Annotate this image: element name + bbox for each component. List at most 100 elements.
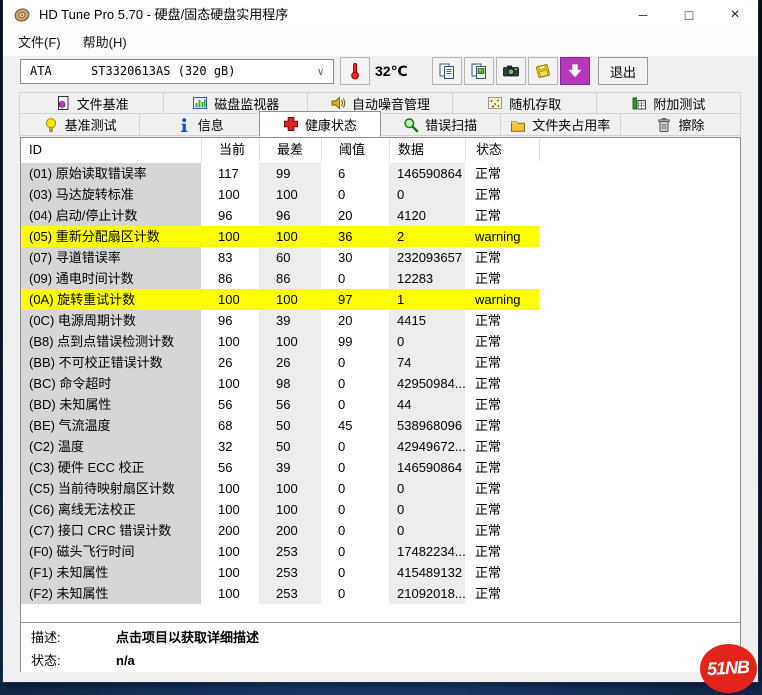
- table-row[interactable]: (C5) 当前待映射扇区计数10010000正常: [21, 478, 740, 499]
- table-row[interactable]: (BC) 命令超时10098042950984...正常: [21, 373, 740, 394]
- cell-filler: [539, 184, 740, 205]
- cell-status: 正常: [465, 352, 539, 373]
- table-row[interactable]: (0C) 电源周期计数9639204415正常: [21, 310, 740, 331]
- cell-threshold: 0: [321, 394, 389, 415]
- table-row[interactable]: (F2) 未知属性100253021092018...正常: [21, 583, 740, 604]
- table-row[interactable]: (C6) 离线无法校正10010000正常: [21, 499, 740, 520]
- cell-filler: [539, 373, 740, 394]
- table-row[interactable]: (C2) 温度3250042949672...正常: [21, 436, 740, 457]
- table-row[interactable]: (C7) 接口 CRC 错误计数20020000正常: [21, 520, 740, 541]
- column-header-threshold[interactable]: 阈值: [321, 138, 389, 161]
- description-value: 点击项目以获取详细描述: [116, 627, 259, 649]
- cell-id: (01) 原始读取错误率: [21, 163, 201, 184]
- smart-table: ID 当前 最差 阈值 数据 状态 (01) 原始读取错误率1179961465…: [21, 138, 740, 623]
- cell-status: 正常: [465, 436, 539, 457]
- cell-filler: [539, 541, 740, 562]
- extra-tests-icon: [631, 95, 647, 111]
- cell-status: 正常: [465, 184, 539, 205]
- cell-status: 正常: [465, 478, 539, 499]
- table-row[interactable]: (F0) 磁头飞行时间100253017482234...正常: [21, 541, 740, 562]
- save-icon: [534, 62, 552, 80]
- tab-extra-tests[interactable]: 附加测试: [596, 92, 741, 114]
- cell-threshold: 45: [321, 415, 389, 436]
- cell-status: warning: [465, 226, 539, 247]
- tab-benchmark[interactable]: 基准测试: [19, 113, 140, 136]
- copy-text-icon: [438, 62, 456, 80]
- cell-worst: 98: [259, 373, 321, 394]
- cell-current: 100: [201, 289, 259, 310]
- screenshot-button[interactable]: [496, 57, 526, 85]
- tab-random-access[interactable]: 随机存取: [452, 92, 597, 114]
- cell-threshold: 0: [321, 457, 389, 478]
- download-arrow-button[interactable]: [560, 57, 590, 85]
- tab-file-benchmark[interactable]: 文件基准: [19, 92, 164, 114]
- tab-erase[interactable]: 擦除: [620, 113, 741, 136]
- cell-threshold: 99: [321, 331, 389, 352]
- minimize-button[interactable]: ─: [620, 0, 666, 30]
- cell-id: (C2) 温度: [21, 436, 201, 457]
- column-header-id[interactable]: ID: [21, 138, 201, 161]
- copy-text-button[interactable]: [432, 57, 462, 85]
- cell-status: 正常: [465, 583, 539, 604]
- cell-worst: 100: [259, 184, 321, 205]
- tab-info[interactable]: 信息: [139, 113, 260, 136]
- tab-folder-usage[interactable]: 文件夹占用率: [500, 113, 621, 136]
- cell-current: 96: [201, 310, 259, 331]
- table-row[interactable]: (03) 马达旋转标准10010000正常: [21, 184, 740, 205]
- cell-filler: [539, 268, 740, 289]
- tab-label: 错误扫描: [425, 115, 477, 134]
- exit-button[interactable]: 退出: [598, 57, 648, 85]
- cell-worst: 253: [259, 541, 321, 562]
- menu-help[interactable]: 帮助(H): [72, 30, 138, 56]
- cell-filler: [539, 331, 740, 352]
- menu-file[interactable]: 文件(F): [7, 30, 72, 56]
- table-row[interactable]: (BE) 气流温度685045538968096正常: [21, 415, 740, 436]
- table-row[interactable]: (BD) 未知属性5656044正常: [21, 394, 740, 415]
- cell-filler: [539, 499, 740, 520]
- table-row[interactable]: (09) 通电时间计数8686012283正常: [21, 268, 740, 289]
- temperature-button[interactable]: [340, 57, 370, 85]
- tab-label: 附加测试: [653, 94, 705, 113]
- cell-data: 4415: [389, 310, 465, 331]
- cell-worst: 100: [259, 499, 321, 520]
- close-button[interactable]: ×: [712, 0, 758, 30]
- cell-id: (BE) 气流温度: [21, 415, 201, 436]
- save-button[interactable]: [528, 57, 558, 85]
- cell-data: 0: [389, 520, 465, 541]
- info-icon: [176, 117, 192, 133]
- table-row[interactable]: (B8) 点到点错误检测计数100100990正常: [21, 331, 740, 352]
- cell-current: 56: [201, 457, 259, 478]
- table-row[interactable]: (0A) 旋转重试计数100100971warning: [21, 289, 740, 310]
- table-row[interactable]: (BB) 不可校正错误计数2626074正常: [21, 352, 740, 373]
- cell-status: 正常: [465, 163, 539, 184]
- tab-label: 信息: [198, 115, 224, 134]
- column-header-filler: [539, 138, 740, 161]
- tab-health[interactable]: 健康状态: [259, 111, 380, 137]
- cell-current: 100: [201, 499, 259, 520]
- tab-error-scan[interactable]: 错误扫描: [380, 113, 501, 136]
- maximize-button[interactable]: □: [666, 0, 712, 30]
- cell-status: 正常: [465, 247, 539, 268]
- cell-status: 正常: [465, 331, 539, 352]
- cell-filler: [539, 205, 740, 226]
- cell-status: 正常: [465, 541, 539, 562]
- table-row[interactable]: (04) 启动/停止计数9696204120正常: [21, 205, 740, 226]
- table-row[interactable]: (07) 寻道错误率836030232093657正常: [21, 247, 740, 268]
- column-header-current[interactable]: 当前: [201, 138, 259, 161]
- column-header-worst[interactable]: 最差: [259, 138, 321, 161]
- column-header-data[interactable]: 数据: [389, 138, 465, 161]
- table-row[interactable]: (05) 重新分配扇区计数100100362warning: [21, 226, 740, 247]
- drive-select-dropdown[interactable]: ATA ST3320613AS (320 gB) ∨: [20, 59, 334, 84]
- table-row[interactable]: (F1) 未知属性1002530415489132正常: [21, 562, 740, 583]
- cell-filler: [539, 520, 740, 541]
- cell-data: 44: [389, 394, 465, 415]
- table-row[interactable]: (C3) 硬件 ECC 校正56390146590864正常: [21, 457, 740, 478]
- table-row[interactable]: (01) 原始读取错误率117996146590864正常: [21, 163, 740, 184]
- cell-data: 42950984...: [389, 373, 465, 394]
- column-header-status[interactable]: 状态: [465, 138, 539, 161]
- cell-worst: 253: [259, 583, 321, 604]
- cell-status: 正常: [465, 520, 539, 541]
- title-bar: HD Tune Pro 5.70 - 硬盘/固态硬盘实用程序 ─ □ ×: [3, 0, 758, 30]
- copy-image-button[interactable]: [464, 57, 494, 85]
- cell-data: 0: [389, 499, 465, 520]
